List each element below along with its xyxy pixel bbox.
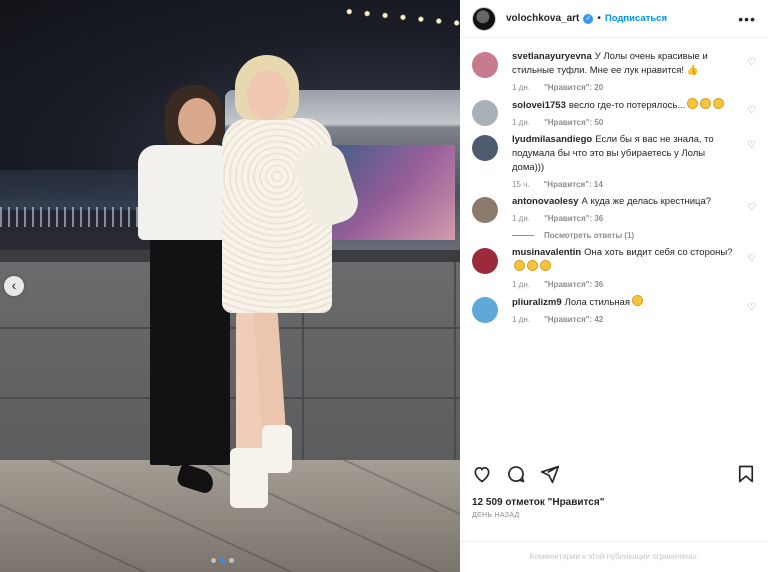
comment-body: весло где-то потерялось... <box>568 100 686 111</box>
comment-time: 1 дн. <box>512 118 530 127</box>
comment-meta: 1 дн. "Нравится": 42 <box>512 315 734 324</box>
comment-likes[interactable]: "Нравится": 50 <box>544 118 603 127</box>
comment-time: 1 дн. <box>512 315 530 324</box>
heart-icon[interactable]: ♡ <box>747 140 756 151</box>
commenter-username[interactable]: pliuralizm9 <box>512 297 562 308</box>
comment-text: svetlanayuryevna У Лолы очень красивые и … <box>512 50 734 78</box>
commenter-username[interactable]: lyudmilasandiego <box>512 134 592 145</box>
post-side-panel: volochkova_art ✓ • Подписаться ••• svetl… <box>460 0 768 572</box>
replies-line <box>512 235 534 236</box>
comment-text: antonovaolesy А куда же делась крестница? <box>512 195 734 209</box>
view-replies-button[interactable]: Посмотреть ответы (1) <box>460 223 768 240</box>
comment-body: А куда же делась крестница? <box>581 196 712 207</box>
comment-text: pliuralizm9 Лола стильная <box>512 295 734 310</box>
like-count[interactable]: 12 509 отметок "Нравится" <box>472 497 604 508</box>
verified-icon: ✓ <box>583 13 594 24</box>
comment-meta: 1 дн. "Нравится": 50 <box>512 118 734 127</box>
emoji-icon <box>527 260 538 271</box>
carousel-dots <box>211 558 234 563</box>
post-actions <box>460 462 768 486</box>
heart-icon[interactable]: ♡ <box>747 202 756 213</box>
comment-item: pliuralizm9 Лола стильная 1 дн. "Нравится":… <box>460 289 768 324</box>
carousel-dot <box>211 558 216 563</box>
commenter-avatar[interactable] <box>472 52 498 78</box>
person-left-pants <box>150 235 230 465</box>
heart-icon[interactable]: ♡ <box>747 253 756 264</box>
comment-meta: 1 дн. "Нравится": 36 <box>512 214 734 223</box>
heart-icon[interactable]: ♡ <box>747 105 756 116</box>
emoji-icon <box>540 260 551 271</box>
replies-label: Посмотреть ответы (1) <box>544 231 635 240</box>
commenter-username[interactable]: musinavalentin <box>512 247 581 258</box>
comment-time: 15 ч. <box>512 180 530 189</box>
heart-icon[interactable]: ♡ <box>747 302 756 313</box>
emoji-icon <box>700 98 712 109</box>
post-photo: ‹ <box>0 0 460 572</box>
person-left-face <box>178 98 216 144</box>
comment-text: musinavalentin Она хоть видит себя со сто… <box>512 246 734 275</box>
person-left-shoe <box>168 440 182 466</box>
comments-list: svetlanayuryevna У Лолы очень красивые и … <box>460 44 768 324</box>
carousel-dot <box>229 558 234 563</box>
commenter-avatar[interactable] <box>472 197 498 223</box>
comment-likes[interactable]: "Нравится": 20 <box>544 83 603 92</box>
comment-likes[interactable]: "Нравится": 36 <box>544 280 603 289</box>
comment-item: lyudmilasandiego Если бы я вас не знала, … <box>460 127 768 189</box>
comment-item: antonovaolesy А куда же делась крестница?… <box>460 189 768 223</box>
commenter-avatar[interactable] <box>472 297 498 323</box>
commenter-username[interactable]: solovei1753 <box>512 100 566 111</box>
header-separator: • <box>597 13 601 24</box>
city-lights <box>0 207 150 227</box>
commenter-avatar[interactable] <box>472 135 498 161</box>
commenter-avatar[interactable] <box>472 100 498 126</box>
carousel-prev-button[interactable]: ‹ <box>4 276 24 296</box>
emoji-icon <box>713 98 725 109</box>
author-avatar[interactable] <box>472 6 496 31</box>
share-icon[interactable] <box>540 464 560 484</box>
post-header: volochkova_art ✓ • Подписаться ••• <box>460 0 768 38</box>
comment-meta: 15 ч. "Нравится": 14 <box>512 180 734 189</box>
follow-button[interactable]: Подписаться <box>605 13 667 24</box>
comment-likes[interactable]: "Нравится": 42 <box>544 315 603 324</box>
comment-likes[interactable]: "Нравится": 14 <box>544 180 603 189</box>
author-username[interactable]: volochkova_art <box>506 13 579 24</box>
comment-time: 1 дн. <box>512 214 530 223</box>
person-left-blouse <box>138 145 234 240</box>
commenter-avatar[interactable] <box>472 248 498 274</box>
more-icon[interactable]: ••• <box>738 11 756 27</box>
heart-icon[interactable] <box>472 464 492 484</box>
comment-item: svetlanayuryevna У Лолы очень красивые и … <box>460 44 768 92</box>
commenter-username[interactable]: antonovaolesy <box>512 196 579 207</box>
emoji-icon <box>631 295 643 306</box>
comment-body: Она хоть видит себя со стороны? <box>584 247 733 258</box>
heart-icon[interactable]: ♡ <box>747 57 756 68</box>
comment-text: lyudmilasandiego Если бы я вас не знала, … <box>512 133 734 175</box>
comment-icon[interactable] <box>506 464 526 484</box>
comment-text: solovei1753 весло где-то потерялось... <box>512 98 734 113</box>
bookmark-icon[interactable] <box>736 464 756 484</box>
emoji-icon <box>514 260 525 271</box>
comment-body: Лола стильная <box>564 297 630 308</box>
comment-likes[interactable]: "Нравится": 36 <box>544 214 603 223</box>
comment-time: 1 дн. <box>512 280 530 289</box>
post-time: день назад <box>472 512 520 519</box>
comment-item: solovei1753 весло где-то потерялось... 1 д… <box>460 92 768 127</box>
person-right-shoe <box>262 425 292 473</box>
carousel-dot-active <box>220 558 225 563</box>
comment-meta: 1 дн. "Нравится": 36 <box>512 280 734 289</box>
emoji-icon <box>687 98 699 109</box>
commenter-username[interactable]: svetlanayuryevna <box>512 51 592 62</box>
comment-item: musinavalentin Она хоть видит себя со сто… <box>460 240 768 289</box>
city-skyline <box>0 170 150 210</box>
comment-time: 1 дн. <box>512 83 530 92</box>
comment-meta: 1 дн. "Нравится": 20 <box>512 83 734 92</box>
comments-disabled-notice: Комментарии к этой публикации ограничены… <box>460 541 768 572</box>
person-right-face <box>247 70 289 120</box>
